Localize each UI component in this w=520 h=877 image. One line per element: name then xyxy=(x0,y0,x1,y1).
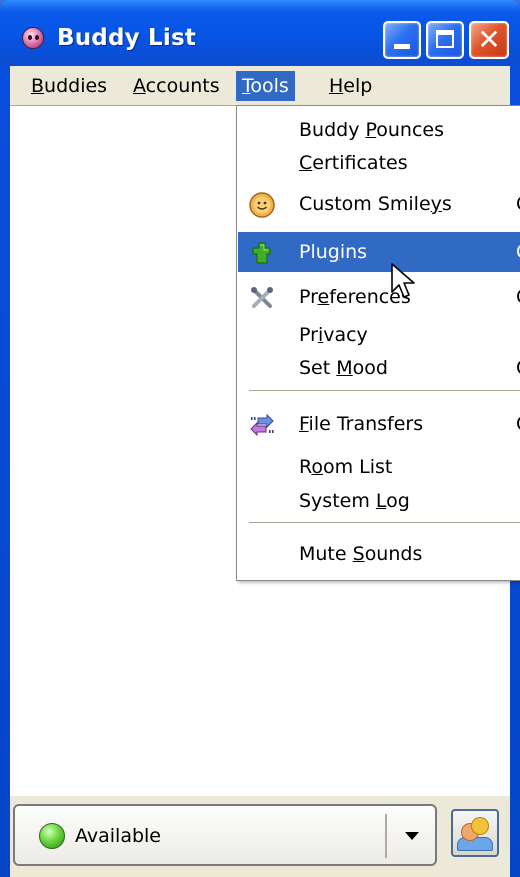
minimize-icon xyxy=(394,44,410,49)
menu-item-label: System Log xyxy=(299,490,410,512)
buddy-icon-button[interactable] xyxy=(451,809,499,857)
menu-item-label: File Transfers xyxy=(299,413,424,435)
menu-item-label: Custom Smileys xyxy=(299,193,452,215)
menu-item-file-transfers[interactable]: File Transfers C xyxy=(238,404,520,444)
preferences-icon xyxy=(251,287,273,308)
menu-item-accelerator: C xyxy=(516,184,520,224)
menu-buddies[interactable]: Buddies xyxy=(25,71,113,101)
mouse-cursor-icon xyxy=(391,263,415,298)
menu-item-label: Set Mood xyxy=(299,357,388,379)
menu-item-custom-smileys[interactable]: Custom Smileys C xyxy=(238,184,520,224)
status-bar: Available xyxy=(10,796,510,877)
menu-item-label: Certificates xyxy=(299,152,408,174)
menu-item-system-log[interactable]: System Log xyxy=(238,481,520,521)
tools-dropdown-menu: Buddy Pounces Certificates Custom Smiley… xyxy=(236,105,520,581)
menu-bar: Buddies Accounts Tools Help xyxy=(10,66,510,105)
menu-item-plugins[interactable]: Plugins C xyxy=(238,232,520,272)
combo-divider xyxy=(385,814,387,858)
menu-accounts[interactable]: Accounts xyxy=(127,71,226,101)
smiley-icon xyxy=(249,192,275,218)
menu-item-mute-sounds[interactable]: Mute Sounds xyxy=(238,534,520,574)
menu-separator xyxy=(249,390,520,392)
menu-item-preferences[interactable]: Preferences C xyxy=(238,277,520,317)
plugin-icon xyxy=(252,242,271,264)
minimize-button[interactable] xyxy=(383,21,421,59)
close-icon: ✕ xyxy=(477,23,501,56)
window-title: Buddy List xyxy=(57,25,197,51)
chevron-down-icon[interactable] xyxy=(399,818,425,854)
menu-item-accelerator: C xyxy=(516,404,520,444)
menu-item-set-mood[interactable]: Set Mood C xyxy=(238,348,520,388)
menu-item-label: Plugins xyxy=(299,241,368,263)
status-selector[interactable]: Available xyxy=(13,804,437,866)
menu-separator xyxy=(249,522,520,524)
file-transfer-icon xyxy=(250,413,274,437)
menu-item-accelerator: C xyxy=(516,232,520,272)
available-status-icon xyxy=(39,823,65,849)
menu-item-certificates[interactable]: Certificates xyxy=(238,143,520,183)
maximize-icon xyxy=(436,30,454,48)
menu-item-accelerator: C xyxy=(516,277,520,317)
buddy-head-shape xyxy=(471,817,489,835)
menu-help[interactable]: Help xyxy=(323,71,378,101)
menu-item-accelerator: C xyxy=(516,348,520,388)
menu-tools[interactable]: Tools xyxy=(236,71,295,101)
pidgin-app-icon xyxy=(22,27,44,49)
close-button[interactable]: ✕ xyxy=(469,21,509,59)
menu-item-label: Mute Sounds xyxy=(299,543,423,565)
status-label: Available xyxy=(75,825,162,847)
maximize-button[interactable] xyxy=(426,21,464,59)
title-bar[interactable]: Buddy List ✕ xyxy=(0,0,520,66)
